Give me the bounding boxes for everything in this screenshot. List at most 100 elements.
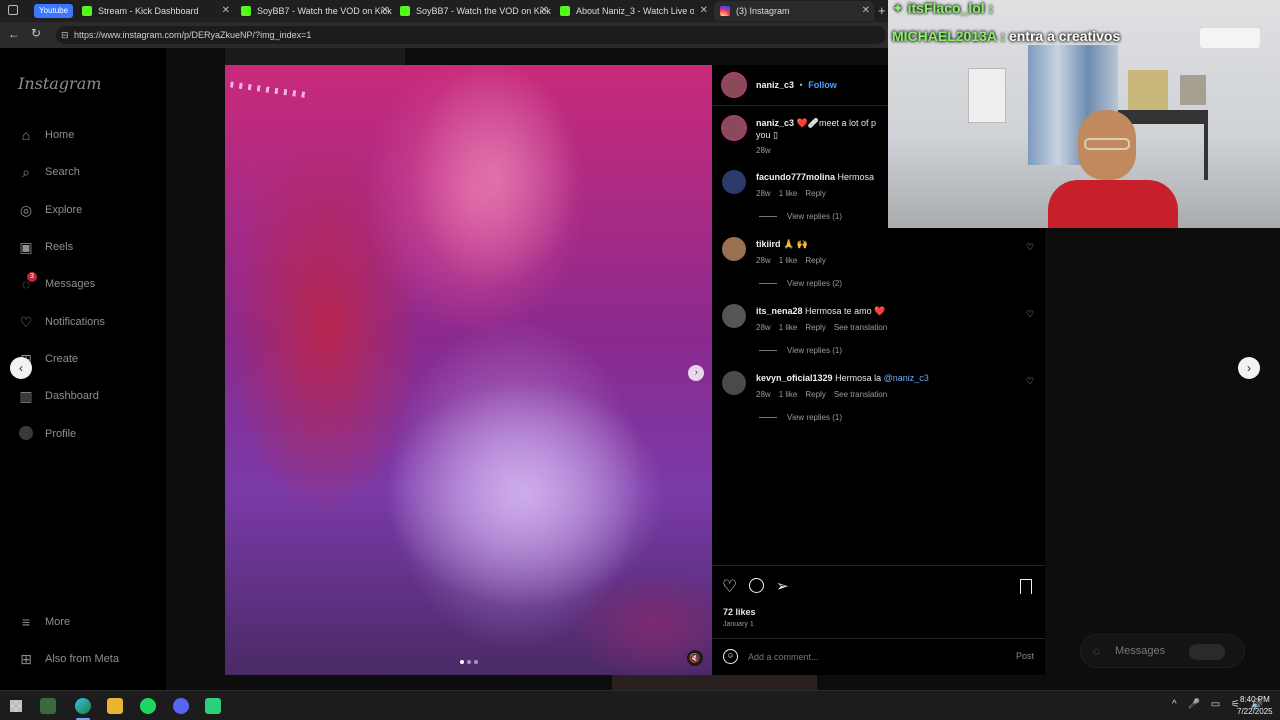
tab-label: (3) Instagram xyxy=(736,6,790,16)
sidebar-item-dashboard[interactable]: ▥ Dashboard xyxy=(18,386,98,406)
tab-kick-dashboard[interactable]: Stream - Kick Dashboard ✕ xyxy=(78,1,234,21)
caption-username[interactable]: naniz_c3 xyxy=(756,118,794,128)
close-tab-icon[interactable]: ✕ xyxy=(222,5,230,16)
comment-username[interactable]: tikiird xyxy=(756,239,781,249)
chat-emote: ✦ xyxy=(892,0,904,16)
edge-icon[interactable] xyxy=(75,698,91,714)
kick-icon xyxy=(400,6,410,16)
author-username[interactable]: naniz_c3 xyxy=(756,80,794,90)
view-replies-button[interactable]: View replies (2) xyxy=(759,279,842,288)
sidebar-item-messages[interactable]: ◌ 3 Messages xyxy=(18,272,95,294)
like-comment-icon[interactable]: ♡ xyxy=(1026,242,1034,253)
instagram-logo[interactable]: Instagram xyxy=(18,74,101,93)
sidebar-item-label: More xyxy=(45,616,71,628)
like-comment-icon[interactable]: ♡ xyxy=(1026,376,1034,387)
spotify-icon[interactable] xyxy=(140,698,156,714)
caption-text-line2: you ▯ xyxy=(756,130,778,140)
reply-button[interactable]: Reply xyxy=(805,189,825,198)
tab-label: SoyBB7 - Watch the VOD on Kick xyxy=(416,6,551,16)
add-comment-input[interactable] xyxy=(748,649,998,665)
sidebar-item-label: Create xyxy=(45,353,79,365)
comment-mention[interactable]: @naniz_c3 xyxy=(884,373,929,383)
sidebar-item-more[interactable]: ≡ More xyxy=(18,612,70,632)
likes-count[interactable]: 72 likes xyxy=(723,607,756,617)
back-icon[interactable]: ← xyxy=(8,27,20,41)
view-replies-button[interactable]: View replies (1) xyxy=(759,212,842,221)
sidebar-item-explore[interactable]: ◎ Explore xyxy=(18,200,82,220)
clock-date[interactable]: 7/22/2025 xyxy=(1237,707,1273,716)
view-replies-button[interactable]: View replies (1) xyxy=(759,346,842,355)
comment-likes[interactable]: 1 like xyxy=(779,390,798,399)
tab-instagram[interactable]: (3) Instagram ✕ xyxy=(714,1,874,21)
start-icon[interactable] xyxy=(10,700,22,712)
tab-soybb7-vod-2[interactable]: SoyBB7 - Watch the VOD on Kick ✕ xyxy=(396,1,552,21)
comment-username[interactable]: kevyn_oficial1329 xyxy=(756,373,833,383)
reply-button[interactable]: Reply xyxy=(805,390,825,399)
close-tab-icon[interactable]: ✕ xyxy=(540,5,548,16)
file-explorer-icon[interactable] xyxy=(107,698,123,714)
caption-avatar[interactable] xyxy=(722,116,746,140)
save-icon[interactable] xyxy=(1020,579,1032,594)
share-icon[interactable]: ➢ xyxy=(776,577,789,595)
commenter-avatar[interactable] xyxy=(722,237,746,261)
comment-icon[interactable] xyxy=(749,578,764,593)
sidebar-item-label: Notifications xyxy=(45,316,105,328)
comment-likes[interactable]: 1 like xyxy=(779,256,798,265)
mute-button[interactable]: 🔇 xyxy=(687,650,703,666)
close-tab-icon[interactable]: ✕ xyxy=(862,5,870,16)
url-field[interactable]: ⊟ https://www.instagram.com/p/DERyaZkueN… xyxy=(56,26,886,44)
post-header: naniz_c3 • Follow xyxy=(756,80,837,90)
sidebar-item-home[interactable]: ⌂ Home xyxy=(18,125,75,145)
comment-username[interactable]: facundo777molina xyxy=(756,172,835,182)
see-translation-button[interactable]: See translation xyxy=(834,323,887,332)
like-comment-icon[interactable]: ♡ xyxy=(1026,309,1034,320)
sidebar-item-profile[interactable]: Profile xyxy=(18,424,76,444)
chat-username: MICHAEL2013A : xyxy=(892,28,1006,44)
home-icon: ⌂ xyxy=(21,127,31,143)
reply-button[interactable]: Reply xyxy=(805,323,825,332)
search-icon: ⌕ xyxy=(22,164,30,180)
reply-button[interactable]: Reply xyxy=(805,256,825,265)
comment-likes[interactable]: 1 like xyxy=(779,323,798,332)
sidebar-item-also-from-meta[interactable]: ⊞ Also from Meta xyxy=(18,649,119,669)
clock-time[interactable]: 8:40 PM xyxy=(1240,695,1270,704)
sidebar-item-notifications[interactable]: ♡ Notifications xyxy=(18,312,105,332)
commenter-avatar[interactable] xyxy=(722,170,746,194)
close-tab-icon[interactable]: ✕ xyxy=(381,5,389,16)
view-replies-button[interactable]: View replies (1) xyxy=(759,413,842,422)
discord-icon[interactable] xyxy=(173,698,189,714)
post-comment-button[interactable]: Post xyxy=(1016,651,1034,661)
messages-icon: ◌ xyxy=(1093,644,1101,658)
terminal-icon[interactable] xyxy=(40,698,56,714)
commenter-avatar[interactable] xyxy=(722,371,746,395)
commenter-avatar[interactable] xyxy=(722,304,746,328)
tab-soybb7-vod-1[interactable]: SoyBB7 - Watch the VOD on Kick ✕ xyxy=(237,1,393,21)
comment-username[interactable]: its_nena28 xyxy=(756,306,803,316)
sidebar-item-reels[interactable]: ▣ Reels xyxy=(18,237,73,257)
site-info-icon[interactable]: ⊟ xyxy=(61,26,69,44)
app-icon[interactable] xyxy=(205,698,221,714)
new-tab-icon[interactable]: + xyxy=(878,3,886,18)
air-conditioner xyxy=(1200,28,1260,48)
author-avatar[interactable] xyxy=(722,73,746,97)
emoji-icon[interactable]: ☺ xyxy=(723,649,738,664)
comment-meta: 28w 1 like Reply See translation xyxy=(756,390,895,399)
dashboard-icon: ▥ xyxy=(19,388,33,404)
like-icon[interactable]: ♡ xyxy=(722,577,737,597)
heart-icon: ♡ xyxy=(19,314,33,330)
tab-about-naniz[interactable]: About Naniz_3 - Watch Live on Ki ✕ xyxy=(556,1,712,21)
sidebar-item-search[interactable]: ⌕ Search xyxy=(18,162,80,182)
carousel-dot-active xyxy=(460,660,464,664)
previous-post-button[interactable]: ‹ xyxy=(10,357,32,379)
next-post-button[interactable]: › xyxy=(1238,357,1260,379)
follow-button[interactable]: Follow xyxy=(808,80,837,90)
tab-actions-icon[interactable] xyxy=(8,5,18,15)
see-translation-button[interactable]: See translation xyxy=(834,390,887,399)
messages-pill[interactable]: ◌ Messages xyxy=(1080,634,1245,668)
comment-age: 28w xyxy=(756,256,771,265)
close-tab-icon[interactable]: ✕ xyxy=(700,5,708,16)
post-media[interactable]: › 🔇 xyxy=(225,65,712,675)
reload-icon[interactable]: ↻ xyxy=(31,26,41,40)
youtube-tab-group-badge[interactable]: Youtube xyxy=(34,4,74,18)
comment-likes[interactable]: 1 like xyxy=(779,189,798,198)
